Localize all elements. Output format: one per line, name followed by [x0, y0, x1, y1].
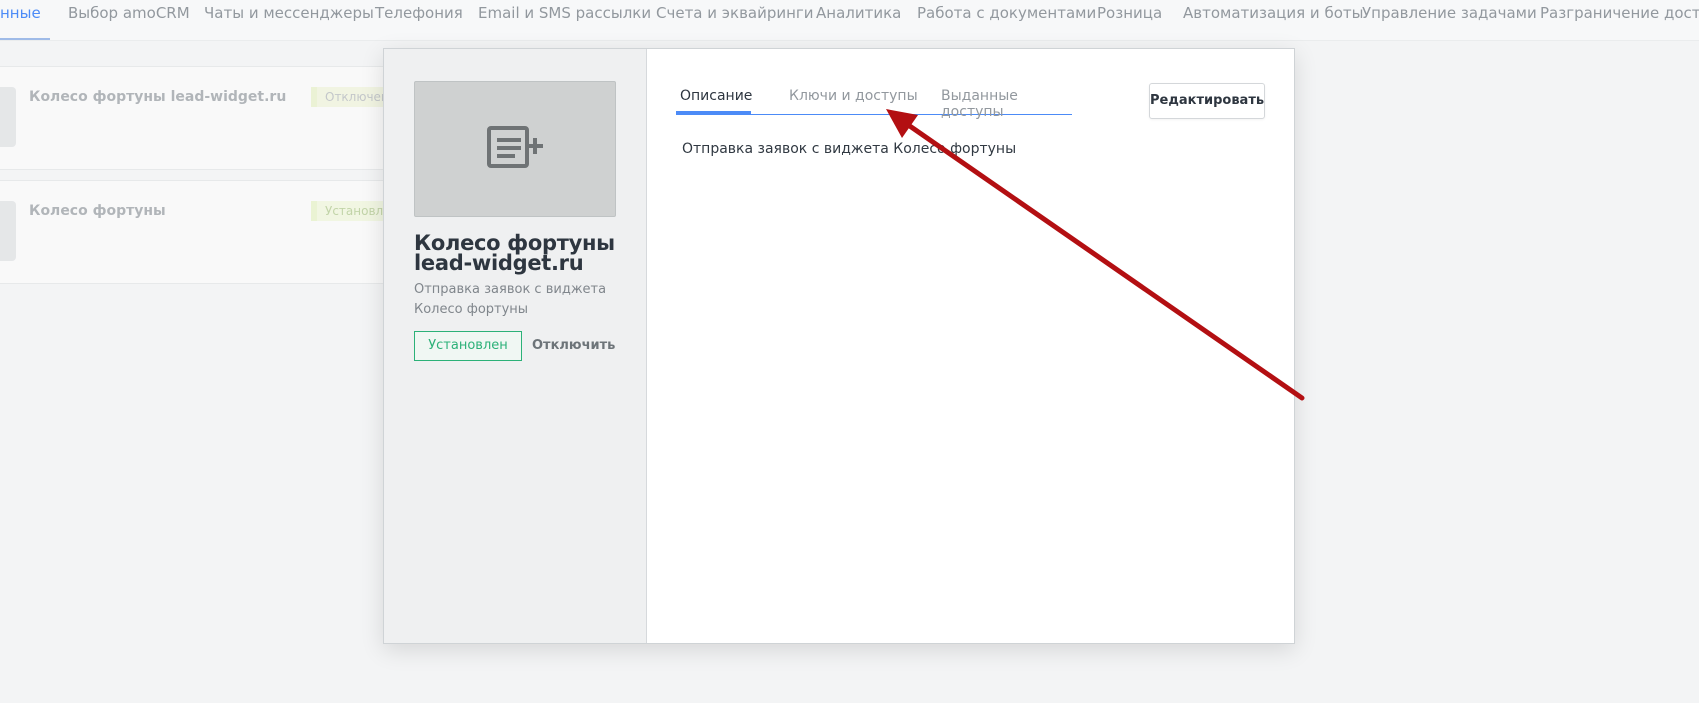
- tab-task-management[interactable]: Управление задачами: [1362, 0, 1537, 40]
- tab-retail[interactable]: Розница: [1097, 0, 1162, 40]
- widget-info-panel: Колесо фортуны lead-widget.ru Отправка з…: [384, 49, 647, 643]
- edit-button[interactable]: Редактировать: [1149, 83, 1265, 119]
- tab-documents[interactable]: Работа с документами: [917, 0, 1096, 40]
- tab-choose-amocrm[interactable]: Выбор amoCRM: [68, 0, 190, 40]
- active-tab-underline: [676, 111, 751, 114]
- tab-description[interactable]: Описание: [680, 88, 752, 104]
- tab-keys-access[interactable]: Ключи и доступы: [789, 88, 918, 104]
- modal-tabs: Описание Ключи и доступы Выданные доступ…: [676, 49, 1072, 120]
- tab-telephony[interactable]: Телефония: [375, 0, 463, 40]
- widget-title: Колесо фортуны lead-widget.ru: [414, 231, 615, 275]
- tab-granted-access[interactable]: Выданные доступы: [941, 88, 1072, 120]
- tab-automation-bots[interactable]: Автоматизация и боты: [1183, 0, 1363, 40]
- widget-short-description: Отправка заявок с виджета Колесо фортуны: [414, 282, 607, 317]
- installed-button[interactable]: Установлен: [414, 331, 522, 361]
- widget-preview-image: [414, 81, 616, 217]
- tab-analytics[interactable]: Аналитика: [816, 0, 901, 40]
- tab-email-sms[interactable]: Email и SMS рассылки: [478, 0, 651, 40]
- tab-installed[interactable]: нные: [0, 0, 41, 40]
- tab-invoices-acquiring[interactable]: Счета и эквайринги: [656, 0, 814, 40]
- disable-button[interactable]: Отключить: [532, 331, 615, 361]
- widget-settings-modal: Колесо фортуны lead-widget.ru Отправка з…: [383, 48, 1295, 644]
- widget-description-text: Отправка заявок с виджета Колесо фортуны: [682, 141, 1017, 157]
- tab-access-control[interactable]: Разграничение доступа: [1540, 0, 1699, 40]
- widget-category-nav: нные Выбор amoCRM Чаты и мессенджеры Тел…: [0, 0, 1699, 41]
- add-document-icon: [487, 126, 543, 168]
- tab-chats-messengers[interactable]: Чаты и мессенджеры: [204, 0, 374, 40]
